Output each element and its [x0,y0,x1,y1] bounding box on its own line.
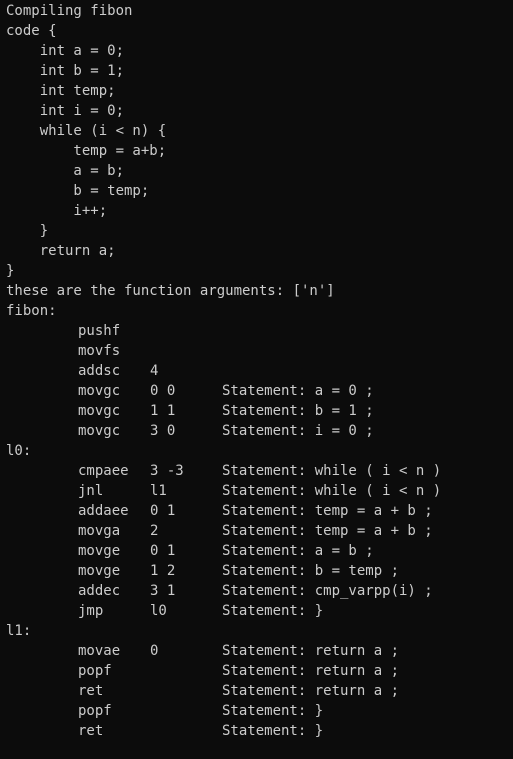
source-line: temp = a+b; [6,143,167,159]
asm-row: movga 2 Statement: temp = a + b ; [6,521,513,541]
asm-statement: Statement: return a ; [222,663,400,679]
asm-opcode: movge [78,543,121,559]
asm-statement: Statement: b = 1 ; [222,403,374,419]
asm-opcode: addaee [78,503,129,519]
asm-row: movgc 0 0 Statement: a = 0 ; [6,381,513,401]
asm-args: 0 [150,643,159,659]
asm-row: popf Statement: } [6,701,513,721]
source-line: return a; [6,243,116,259]
asm-args: 1 2 [150,563,176,579]
asm-opcode: popf [78,663,112,679]
asm-statement: Statement: cmp_varpp(i) ; [222,583,433,599]
asm-label-l0: l0: [6,443,32,459]
source-line: int a = 0; [6,43,125,59]
source-line: b = temp; [6,183,150,199]
asm-row: movae 0 Statement: return a ; [6,641,513,661]
asm-statement: Statement: b = temp ; [222,563,400,579]
asm-label-fibon: fibon: [6,303,57,319]
asm-opcode: cmpaee [78,463,129,479]
asm-statement: Statement: temp = a + b ; [222,503,433,519]
asm-statement: Statement: while ( i < n ) [222,463,442,479]
asm-row: pushf [6,321,513,341]
asm-opcode: jnl [78,483,104,499]
asm-statement: Statement: a = 0 ; [222,383,374,399]
asm-opcode: ret [78,723,104,739]
asm-opcode: movgc [78,423,121,439]
asm-args: 1 1 [150,403,176,419]
source-line: a = b; [6,163,125,179]
source-line: int temp; [6,83,116,99]
asm-row: cmpaee 3 -3 Statement: while ( i < n ) [6,461,513,481]
asm-statement: Statement: } [222,603,324,619]
source-line: while (i < n) { [6,123,167,139]
asm-statement: Statement: a = b ; [222,543,374,559]
asm-opcode: jmp [78,603,104,619]
source-line: int b = 1; [6,63,125,79]
terminal-output[interactable]: Compiling fibon code { int a = 0; int b … [0,0,513,759]
asm-opcode: addsc [78,363,121,379]
asm-opcode: addec [78,583,121,599]
asm-row: movge 1 2 Statement: b = temp ; [6,561,513,581]
asm-args: 0 0 [150,383,176,399]
asm-statement: Statement: return a ; [222,643,400,659]
source-line: i++; [6,203,108,219]
asm-row: addsc 4 [6,361,513,381]
asm-row: popf Statement: return a ; [6,661,513,681]
asm-row: jnl l1 Statement: while ( i < n ) [6,481,513,501]
asm-opcode: ret [78,683,104,699]
asm-args: 0 1 [150,503,176,519]
asm-statement: Statement: temp = a + b ; [222,523,433,539]
asm-row: jmp l0 Statement: } [6,601,513,621]
asm-row: movge 0 1 Statement: a = b ; [6,541,513,561]
asm-statement: Statement: } [222,723,324,739]
asm-row: movfs [6,341,513,361]
asm-row: movgc 1 1 Statement: b = 1 ; [6,401,513,421]
asm-opcode: movga [78,523,121,539]
asm-statement: Statement: while ( i < n ) [222,483,442,499]
asm-args: 3 1 [150,583,176,599]
asm-args: 3 -3 [150,463,184,479]
asm-row: ret Statement: } [6,721,513,741]
asm-args: l1 [150,483,167,499]
asm-opcode: popf [78,703,112,719]
asm-opcode: movge [78,563,121,579]
asm-opcode: pushf [78,323,121,339]
asm-row: addec 3 1 Statement: cmp_varpp(i) ; [6,581,513,601]
asm-statement: Statement: } [222,703,324,719]
source-line: int i = 0; [6,103,125,119]
asm-statement: Statement: i = 0 ; [222,423,374,439]
source-line: } [6,263,15,279]
asm-args: 2 [150,523,159,539]
source-line: code { [6,23,57,39]
source-line: } [6,223,49,239]
asm-opcode: movfs [78,343,121,359]
asm-row: addaee 0 1 Statement: temp = a + b ; [6,501,513,521]
asm-args: 4 [150,363,159,379]
asm-row: movgc 3 0 Statement: i = 0 ; [6,421,513,441]
asm-args: 0 1 [150,543,176,559]
output-line-arguments: these are the function arguments: ['n'] [6,283,335,299]
asm-opcode: movgc [78,403,121,419]
asm-statement: Statement: return a ; [222,683,400,699]
asm-row: ret Statement: return a ; [6,681,513,701]
asm-opcode: movae [78,643,121,659]
asm-opcode: movgc [78,383,121,399]
output-line-compiling: Compiling fibon [6,3,133,19]
asm-args: l0 [150,603,167,619]
asm-label-l1: l1: [6,623,32,639]
asm-args: 3 0 [150,423,176,439]
